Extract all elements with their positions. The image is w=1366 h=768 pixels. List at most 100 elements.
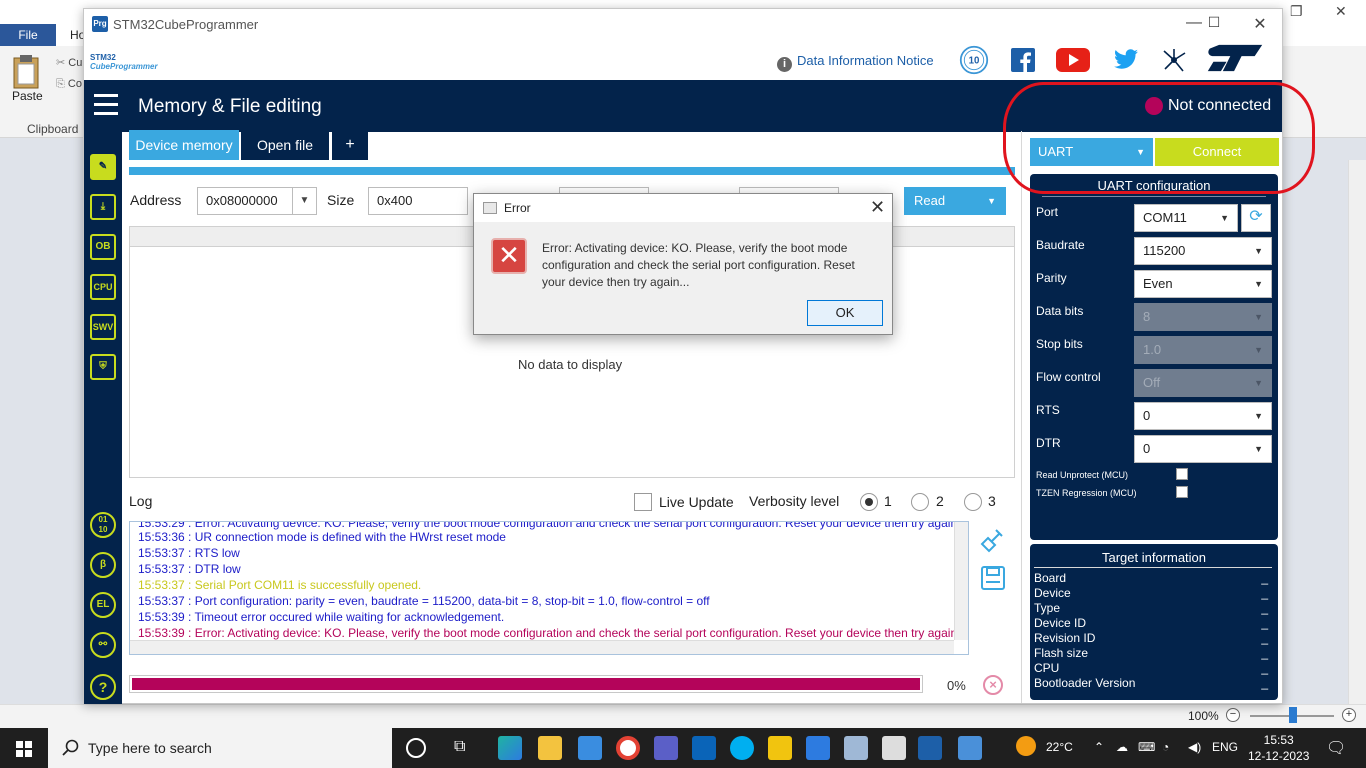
store-icon[interactable] <box>578 736 602 760</box>
network-icon[interactable] <box>1160 45 1188 75</box>
data-information-notice-link[interactable]: i Data Information Notice <box>777 53 934 72</box>
volume-icon[interactable]: ◀) <box>1188 740 1201 754</box>
close-icon[interactable]: ✕ <box>1335 3 1347 20</box>
outlook-icon[interactable] <box>692 736 716 760</box>
sidebar-item-erasing-programming[interactable]: ⤓ <box>90 194 116 220</box>
size-input[interactable]: 0x400 <box>368 187 468 215</box>
verbosity-radio-3[interactable] <box>964 493 982 511</box>
sidebar-item-binary[interactable]: 01 10 <box>90 512 116 538</box>
dialog-message: Error: Activating device: KO. Please, ve… <box>542 241 855 289</box>
app-icon: Prg <box>92 16 108 32</box>
chrome-icon[interactable] <box>616 736 640 760</box>
refresh-icon[interactable]: ⟳ <box>1241 204 1271 232</box>
address-combo[interactable]: 0x08000000 ▼ <box>197 187 317 215</box>
parity-select[interactable]: Even ▼ <box>1134 270 1272 298</box>
zoom-slider-thumb[interactable] <box>1289 707 1297 723</box>
add-tab-button[interactable]: + <box>332 130 368 160</box>
target-row-cpu: CPU _ <box>1034 661 1268 675</box>
clock[interactable]: 15:53 12-12-2023 <box>1248 732 1309 764</box>
wifi-icon[interactable]: ◔ <box>1162 740 1169 754</box>
paint-icon[interactable] <box>882 736 906 760</box>
edge-icon[interactable] <box>498 736 522 760</box>
svg-text:10: 10 <box>969 56 980 67</box>
paste-label[interactable]: Paste <box>12 89 43 103</box>
clipboard-group-label: Clipboard <box>27 122 79 136</box>
menu-icon[interactable] <box>94 94 118 116</box>
network-tray-icon[interactable]: ⌨ <box>1138 740 1155 754</box>
chevron-down-icon[interactable]: ▼ <box>292 188 316 214</box>
photos-icon[interactable] <box>958 736 982 760</box>
cut-label[interactable]: ✂ Cu <box>56 56 82 69</box>
notification-icon[interactable]: 🗨 <box>1326 738 1346 758</box>
save-log-icon[interactable] <box>980 565 1006 591</box>
panel-divider <box>1021 131 1022 703</box>
document-scrollbar[interactable] <box>1348 160 1366 704</box>
paste-icon[interactable] <box>10 52 44 92</box>
twitter-icon[interactable] <box>1114 45 1138 75</box>
verbosity-radio-1[interactable] <box>860 493 878 511</box>
verbosity-radio-2[interactable] <box>911 493 929 511</box>
language-indicator[interactable]: ENG <box>1212 740 1238 754</box>
sidebar-item-swv[interactable]: SWV <box>90 314 116 340</box>
log-console[interactable]: 15:53:29 : Error: Activating device: KO.… <box>129 521 969 655</box>
sidebar-item-security[interactable]: ⛨ <box>90 354 116 380</box>
live-update-checkbox[interactable] <box>634 493 652 511</box>
zoom-level[interactable]: 100% <box>1188 709 1219 723</box>
youtube-icon[interactable] <box>1056 45 1090 75</box>
copy-label[interactable]: ⎘ Co <box>56 78 82 91</box>
cancel-icon[interactable]: × <box>983 675 1003 695</box>
log-vertical-scrollbar[interactable] <box>954 522 968 640</box>
log-horizontal-scrollbar[interactable] <box>130 640 954 654</box>
read-button[interactable]: Read ▼ <box>904 187 1006 215</box>
teams-icon[interactable] <box>654 736 678 760</box>
zoom-out-button[interactable]: − <box>1226 708 1240 722</box>
tab-open-file[interactable]: Open file <box>241 130 329 160</box>
ok-button[interactable]: OK <box>807 300 883 326</box>
temperature[interactable]: 22°C <box>1046 740 1073 754</box>
notepad-icon[interactable] <box>844 736 868 760</box>
rts-select[interactable]: 0 ▼ <box>1134 402 1272 430</box>
chevron-up-icon[interactable]: ⌃ <box>1094 740 1104 754</box>
weather-icon[interactable] <box>1016 736 1036 756</box>
sidebar-item-memory-editing[interactable]: ✎ <box>90 154 116 180</box>
target-row-type: Type _ <box>1034 601 1268 615</box>
cloud-icon[interactable]: ☁ <box>1116 740 1128 754</box>
tab-device-memory[interactable]: Device memory <box>129 130 239 160</box>
chevron-down-icon[interactable]: ▼ <box>987 187 996 215</box>
maximize-button[interactable]: ☐ <box>1194 14 1234 31</box>
windows-start-icon[interactable] <box>16 741 32 757</box>
baudrate-select[interactable]: 115200 ▼ <box>1134 237 1272 265</box>
search-icon <box>62 739 79 756</box>
read-unprotect-checkbox[interactable] <box>1176 468 1188 480</box>
info-icon: i <box>777 57 792 72</box>
sidebar-item-link[interactable]: ⚯ <box>90 632 116 658</box>
search-placeholder: Type here to search <box>88 740 212 756</box>
facebook-icon[interactable] <box>1011 45 1035 75</box>
clear-log-icon[interactable] <box>980 527 1006 553</box>
close-icon[interactable]: ✕ <box>870 197 885 218</box>
tzen-regression-checkbox[interactable] <box>1176 486 1188 498</box>
stm32-taskbar-icon[interactable] <box>918 736 942 760</box>
file-explorer-icon[interactable] <box>538 736 562 760</box>
task-view-icon[interactable]: ⧉ <box>454 738 465 756</box>
file-tab[interactable]: File <box>0 24 56 46</box>
target-information-panel: Target information Board _ Device _ Type _ … <box>1030 544 1278 700</box>
zoom-in-button[interactable]: + <box>1342 708 1356 722</box>
sidebar-item-option-bytes[interactable]: OB <box>90 234 116 260</box>
app-t-icon[interactable] <box>768 736 792 760</box>
taskbar-search[interactable]: Type here to search <box>48 728 392 768</box>
sidebar-item-cpu[interactable]: CPU <box>90 274 116 300</box>
sidebar-item-beta[interactable]: β <box>90 552 116 578</box>
log-line: 15:53:36 : UR connection mode is defined… <box>138 530 506 544</box>
sidebar-item-el[interactable]: EL <box>90 592 116 618</box>
flow-control-select: Off ▼ <box>1134 369 1272 397</box>
dtr-select[interactable]: 0 ▼ <box>1134 435 1272 463</box>
restore-icon[interactable]: ❐ <box>1290 3 1303 20</box>
ide-icon[interactable] <box>806 736 830 760</box>
cortana-icon[interactable] <box>406 738 426 758</box>
close-button[interactable]: ✕ <box>1240 14 1280 34</box>
skype-icon[interactable] <box>730 736 754 760</box>
progress-bar <box>129 675 923 693</box>
help-icon[interactable]: ? <box>90 674 116 700</box>
port-select[interactable]: COM11 ▼ <box>1134 204 1238 232</box>
